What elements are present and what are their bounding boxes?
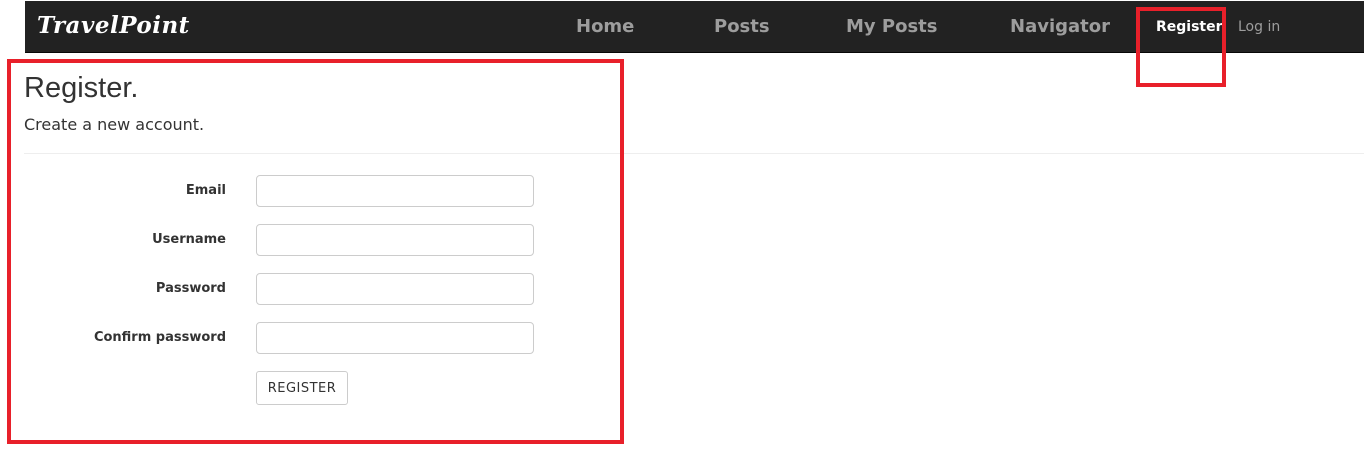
divider	[24, 153, 1364, 154]
username-field[interactable]	[256, 224, 534, 256]
nav-link-login[interactable]: Log in	[1238, 19, 1280, 35]
register-button[interactable]: REGISTER	[256, 371, 348, 405]
page-subtitle: Create a new account.	[24, 115, 205, 134]
username-row: Username	[24, 224, 544, 258]
confirm-password-label: Confirm password	[93, 330, 226, 345]
page-title: Register.	[24, 72, 139, 104]
email-row: Email	[24, 175, 544, 209]
nav-link-home[interactable]: Home	[576, 16, 634, 37]
email-label: Email	[185, 183, 226, 198]
brand-logo[interactable]: TravelPoint	[37, 12, 190, 39]
nav-link-my-posts[interactable]: My Posts	[846, 16, 938, 37]
username-label: Username	[152, 232, 226, 247]
confirm-password-field[interactable]	[256, 322, 534, 354]
email-field[interactable]	[256, 175, 534, 207]
password-row: Password	[24, 273, 544, 307]
nav-link-register[interactable]: Register	[1156, 19, 1223, 35]
password-field[interactable]	[256, 273, 534, 305]
confirm-password-row: Confirm password	[24, 322, 544, 356]
nav-link-posts[interactable]: Posts	[714, 16, 770, 37]
password-label: Password	[155, 281, 226, 296]
top-navbar: TravelPoint Home Posts My Posts Navigato…	[25, 1, 1364, 53]
nav-link-navigator[interactable]: Navigator	[1010, 16, 1110, 37]
